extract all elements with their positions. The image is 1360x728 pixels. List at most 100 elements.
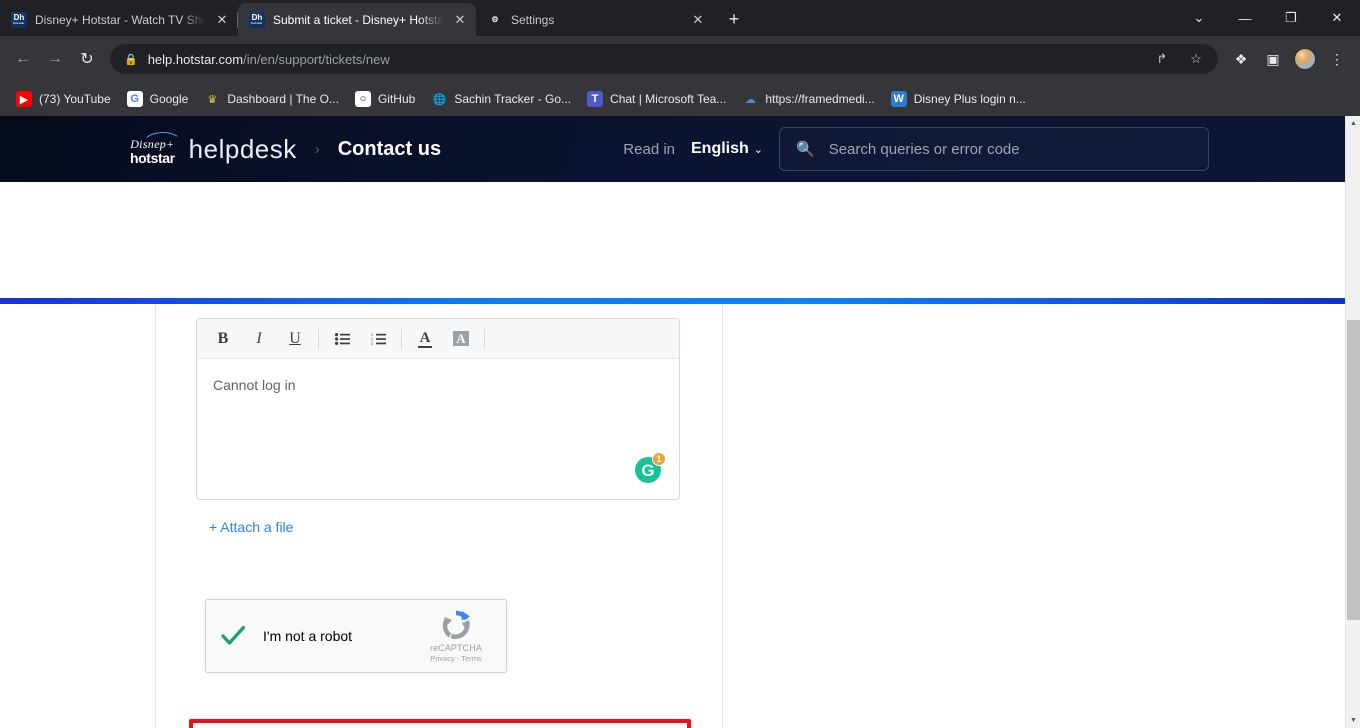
- hotstar-favicon-icon: Dhhotstar: [11, 12, 27, 28]
- recaptcha-widget[interactable]: I'm not a robot reC: [205, 599, 507, 673]
- hotstar-favicon-icon: Dhhotstar: [249, 12, 265, 28]
- search-box[interactable]: 🔍 Search queries or error code: [779, 127, 1209, 171]
- checkmark-icon: [219, 622, 247, 650]
- github-icon: ○: [355, 91, 371, 107]
- scrollbar-down-arrow-icon[interactable]: ▼: [1346, 713, 1360, 728]
- font-color-button[interactable]: A: [407, 324, 443, 354]
- grammarly-alert-count: 1: [652, 452, 666, 466]
- google-icon: G: [127, 91, 143, 107]
- recaptcha-brand-name: reCAPTCHA: [417, 643, 495, 653]
- cloud-icon: ☁: [742, 91, 758, 107]
- youtube-icon: ▶: [16, 91, 32, 107]
- scrollbar-up-arrow-icon[interactable]: ▲: [1346, 116, 1360, 131]
- browser-tab-1[interactable]: Dhhotstar Disney+ Hotstar - Watch TV Sho…: [0, 3, 238, 36]
- attach-file-link[interactable]: + Attach a file: [196, 519, 680, 535]
- bookmark-label: GitHub: [378, 92, 415, 106]
- toolbar-separator: [401, 329, 402, 349]
- word-icon: W: [891, 91, 907, 107]
- bookmark-dashboard[interactable]: ♛ Dashboard | The O...: [196, 87, 347, 111]
- submit-highlight-box: SUBMIT: [189, 719, 691, 728]
- avatar: [1294, 48, 1316, 70]
- url-path: /in/en/support/tickets/new: [243, 52, 390, 67]
- reload-button[interactable]: ↻: [72, 44, 102, 74]
- underline-button[interactable]: U: [277, 324, 313, 354]
- bookmark-star-icon[interactable]: ☆: [1184, 51, 1208, 67]
- highlight-glyph: A: [453, 331, 468, 346]
- description-textarea[interactable]: Cannot log in G 1: [197, 359, 679, 499]
- disney-hotstar-logo[interactable]: Disnep+ hotstar: [130, 134, 175, 165]
- minimize-window-button[interactable]: —: [1222, 0, 1268, 36]
- forward-button[interactable]: →: [40, 44, 70, 74]
- site-header: Disnep+ hotstar helpdesk › Contact us Re…: [0, 116, 1345, 182]
- extensions-puzzle-icon[interactable]: ❖: [1226, 44, 1256, 74]
- language-value: English: [691, 140, 749, 158]
- bookmark-youtube[interactable]: ▶ (73) YouTube: [8, 87, 119, 111]
- helpdesk-title: helpdesk: [189, 134, 297, 165]
- bold-button[interactable]: B: [205, 324, 241, 354]
- left-column-divider: [155, 304, 156, 728]
- bookmark-google[interactable]: G Google: [119, 87, 197, 111]
- logo-arc-icon: [142, 131, 182, 144]
- editor-toolbar: B I U 1: [197, 319, 679, 359]
- logo-hotstar-text: hotstar: [130, 151, 175, 165]
- bullet-list-glyph: [335, 333, 350, 345]
- right-column-divider: [722, 304, 723, 728]
- bookmark-framedmedia[interactable]: ☁ https://framedmedi...: [734, 87, 882, 111]
- breadcrumb-separator-icon: ›: [315, 141, 320, 158]
- side-panel-icon[interactable]: ▣: [1258, 44, 1288, 74]
- page-viewport: Disnep+ hotstar helpdesk › Contact us Re…: [0, 116, 1360, 728]
- bookmarks-bar: ▶ (73) YouTube G Google ♛ Dashboard | Th…: [0, 82, 1360, 116]
- browser-toolbar: ← → ↻ 🔒 help.hotstar.com/in/en/support/t…: [0, 36, 1360, 82]
- page-scrollbar[interactable]: ▲ ▼: [1345, 116, 1360, 728]
- share-icon[interactable]: ↱: [1150, 51, 1174, 67]
- tab-title: Submit a ticket - Disney+ Hotstar: [273, 13, 444, 27]
- bookmark-label: Dashboard | The O...: [227, 92, 339, 106]
- profile-avatar[interactable]: [1290, 44, 1320, 74]
- browser-tab-2[interactable]: Dhhotstar Submit a ticket - Disney+ Hots…: [238, 3, 476, 36]
- description-editor[interactable]: B I U 1: [196, 318, 680, 500]
- lock-icon: 🔒: [124, 53, 138, 66]
- bookmark-microsoft-teams[interactable]: T Chat | Microsoft Tea...: [579, 87, 734, 111]
- address-bar[interactable]: 🔒 help.hotstar.com/in/en/support/tickets…: [110, 44, 1218, 74]
- chrome-menu-icon[interactable]: ⋮: [1322, 44, 1352, 74]
- language-selector[interactable]: English ⌄: [691, 140, 763, 158]
- highlight-color-button[interactable]: A: [443, 324, 479, 354]
- tab-close-icon[interactable]: ✕: [452, 12, 468, 28]
- new-tab-button[interactable]: +: [720, 5, 748, 33]
- numbered-list-icon[interactable]: 1 2 3: [360, 324, 396, 354]
- numbered-list-glyph: 1 2 3: [371, 333, 386, 345]
- back-button[interactable]: ←: [8, 44, 38, 74]
- svg-text:3: 3: [371, 342, 373, 345]
- maximize-window-button[interactable]: ❐: [1268, 0, 1314, 36]
- browser-tab-3[interactable]: ⚙ Settings ✕: [476, 3, 714, 36]
- page-content: B I U 1: [0, 304, 1345, 728]
- grammarly-badge[interactable]: G 1: [635, 457, 661, 483]
- bookmark-label: Disney Plus login n...: [914, 92, 1026, 106]
- bookmark-label: https://framedmedi...: [765, 92, 874, 106]
- header-left: Disnep+ hotstar helpdesk › Contact us: [0, 134, 441, 165]
- ticket-form: B I U 1: [196, 318, 680, 728]
- recaptcha-logo-icon: [417, 609, 495, 641]
- scrollbar-thumb[interactable]: [1347, 320, 1360, 620]
- bookmark-label: Chat | Microsoft Tea...: [610, 92, 726, 106]
- teams-icon: T: [587, 91, 603, 107]
- recaptcha-checkbox[interactable]: [219, 622, 247, 650]
- bookmark-label: Google: [150, 92, 189, 106]
- italic-button[interactable]: I: [241, 324, 277, 354]
- close-window-button[interactable]: ✕: [1314, 0, 1360, 36]
- tab-close-icon[interactable]: ✕: [690, 12, 706, 28]
- tab-close-icon[interactable]: ✕: [214, 12, 230, 28]
- bookmark-github[interactable]: ○ GitHub: [347, 87, 423, 111]
- svg-text:1: 1: [371, 333, 373, 337]
- search-input-placeholder: Search queries or error code: [829, 141, 1020, 158]
- bookmark-sachin-tracker[interactable]: 🌐 Sachin Tracker - Go...: [423, 87, 579, 111]
- bookmark-disney-plus-login[interactable]: W Disney Plus login n...: [883, 87, 1034, 111]
- bullet-list-icon[interactable]: [324, 324, 360, 354]
- recaptcha-label: I'm not a robot: [263, 628, 352, 644]
- recaptcha-brand: reCAPTCHA Privacy - Terms: [417, 609, 495, 663]
- url-host: help.hotstar.com: [148, 52, 243, 67]
- bookmark-label: Sachin Tracker - Go...: [454, 92, 571, 106]
- recaptcha-legal-links[interactable]: Privacy - Terms: [417, 654, 495, 663]
- tab-search-chevron-down-icon[interactable]: ⌄: [1176, 0, 1222, 36]
- window-controls: ⌄ — ❐ ✕: [1176, 0, 1360, 36]
